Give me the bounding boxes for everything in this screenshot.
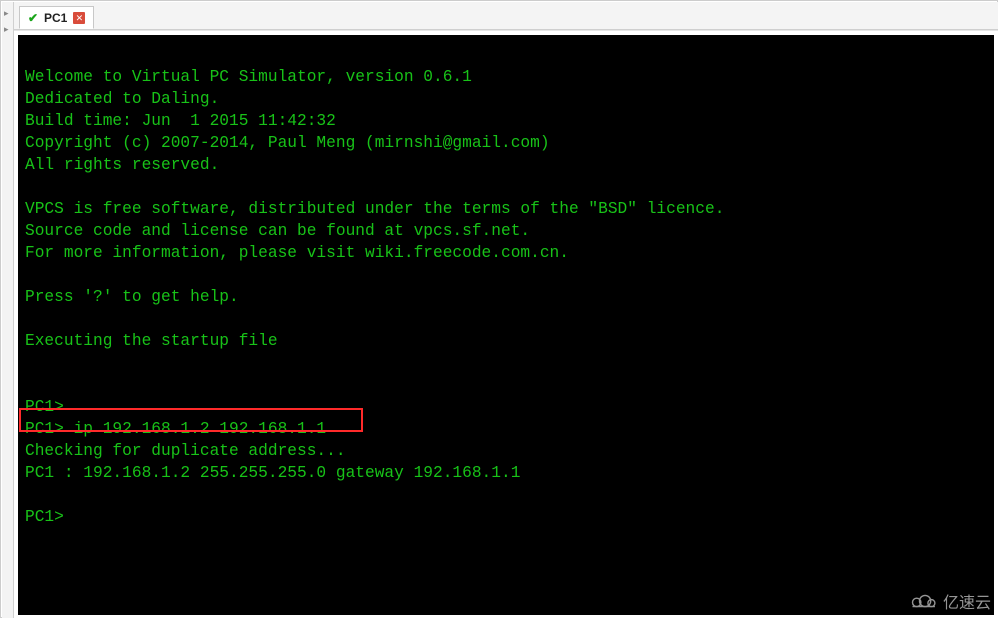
tab-pc1[interactable]: ✔ PC1 ✕ bbox=[19, 6, 94, 29]
close-icon[interactable]: ✕ bbox=[73, 12, 85, 24]
tool-gutter: ▸ ▸ bbox=[2, 2, 14, 618]
terminal[interactable]: Welcome to Virtual PC Simulator, version… bbox=[18, 35, 994, 615]
terminal-container: Welcome to Virtual PC Simulator, version… bbox=[14, 30, 998, 618]
watermark-text: 亿速云 bbox=[943, 589, 991, 613]
terminal-output: Welcome to Virtual PC Simulator, version… bbox=[25, 44, 724, 528]
check-icon: ✔ bbox=[26, 11, 40, 25]
tab-label: PC1 bbox=[44, 11, 67, 25]
gutter-arrow-icon: ▸ bbox=[4, 8, 9, 19]
tab-bar: ✔ PC1 ✕ bbox=[14, 2, 998, 30]
gutter-arrow-icon: ▸ bbox=[4, 24, 9, 35]
app-window: ▸ ▸ ✔ PC1 ✕ Welcome to Virtual PC Simula… bbox=[0, 0, 998, 618]
watermark: 亿速云 bbox=[909, 589, 991, 613]
cloud-icon bbox=[909, 592, 937, 610]
